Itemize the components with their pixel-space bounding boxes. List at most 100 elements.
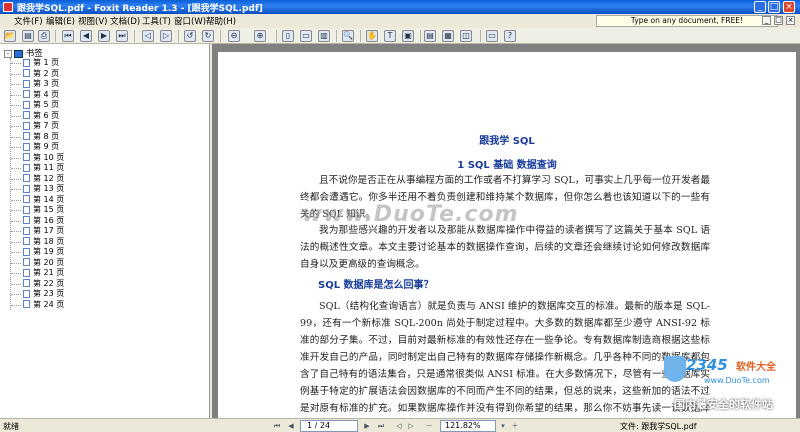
bookmark-label: 第 1 页	[33, 58, 60, 67]
doc-subtitle: 1 SQL 基础 数据查询	[457, 160, 557, 171]
zoom-out-button[interactable]: －	[424, 421, 434, 431]
forward-icon[interactable]: ▷	[160, 30, 172, 42]
menu-edit[interactable]: 编辑(E)	[46, 15, 75, 27]
bookmark-label: 第 5 页	[33, 100, 60, 109]
bookmark-item[interactable]: 第 1 页	[11, 58, 200, 69]
bookmark-item[interactable]: 第 15 页	[11, 205, 200, 216]
actual-size-icon[interactable]: ▯	[282, 30, 294, 42]
toolbar-separator	[480, 30, 481, 42]
bookmark-item[interactable]: 第 3 页	[11, 79, 200, 90]
bookmark-item[interactable]: 第 7 页	[11, 121, 200, 132]
text-select-icon[interactable]: T	[384, 30, 396, 42]
bookmark-label: 第 3 页	[33, 79, 60, 88]
close-button[interactable]: ×	[783, 1, 795, 13]
window-title: 跟我学SQL.pdf - Foxit Reader 1.3 - [跟我学SQL.…	[17, 4, 263, 14]
facing-icon[interactable]: ◫	[460, 30, 472, 42]
help-icon[interactable]: ?	[504, 30, 516, 42]
app-icon[interactable]	[3, 2, 13, 12]
doc-minimize-button[interactable]: _	[762, 16, 771, 25]
ad-banner[interactable]: Type on any document, FREE!	[596, 15, 778, 27]
bookmark-item[interactable]: 第 23 页	[11, 289, 200, 300]
next-page-icon[interactable]: ▶	[98, 30, 110, 42]
doc-close-button[interactable]: ×	[786, 16, 795, 25]
zoom-field[interactable]: 121.82%	[440, 420, 496, 432]
bookmark-item[interactable]: 第 19 页	[11, 247, 200, 258]
bookmark-item[interactable]: 第 9 页	[11, 142, 200, 153]
bookmark-label: 第 6 页	[33, 110, 60, 120]
open-icon[interactable]: 📂	[4, 30, 16, 42]
continuous-icon[interactable]: ▦	[442, 30, 454, 42]
snapshot-icon[interactable]: ▣	[402, 30, 414, 42]
site-logo-overlay: 2345 软件大全 www.DuoTe.com 国内最安全的软件站	[664, 356, 798, 418]
menu-window[interactable]: 窗口(W)	[174, 15, 206, 27]
last-page-button[interactable]: ⏭	[376, 421, 386, 431]
bookmark-item[interactable]: 第 18 页	[11, 237, 200, 248]
page-number-field[interactable]: 1 / 24	[300, 420, 358, 432]
last-page-icon[interactable]: ⏭	[116, 30, 128, 42]
zoom-in-button[interactable]: ＋	[510, 421, 520, 431]
page-icon	[23, 216, 30, 224]
rotate-right-icon[interactable]: ↻	[202, 30, 214, 42]
maximize-button[interactable]: □	[768, 1, 780, 13]
prev-page-button[interactable]: ◀	[286, 421, 296, 431]
print-icon[interactable]: ⎙	[38, 30, 50, 42]
menu-file[interactable]: 文件(F)	[14, 15, 43, 27]
bookmark-label: 第 19 页	[33, 247, 65, 256]
fit-width-icon[interactable]: ▥	[318, 30, 330, 42]
bookmark-item[interactable]: 第 16 页	[11, 216, 200, 227]
bookmark-label: 第 13 页	[33, 184, 65, 193]
bookmark-item[interactable]: 第 5 页	[11, 100, 200, 111]
go-back-button[interactable]: ◁	[394, 421, 404, 431]
bookmark-item[interactable]: 第 2 页	[11, 69, 200, 80]
find-icon[interactable]: 🔍	[342, 30, 354, 42]
first-page-icon[interactable]: ⏮	[62, 30, 74, 42]
bookmarks-panel: - 书签 第 1 页第 2 页第 3 页第 4 页第 5 页第 6 页第 7 页…	[0, 44, 210, 418]
back-icon[interactable]: ◁	[142, 30, 154, 42]
next-page-button[interactable]: ▶	[362, 421, 372, 431]
bookmark-item[interactable]: 第 20 页	[11, 258, 200, 269]
menu-help[interactable]: 帮助(H)	[206, 15, 236, 27]
page-icon	[23, 132, 30, 140]
menu-view[interactable]: 视图(V)	[78, 15, 107, 27]
logo-number: 2345	[686, 356, 728, 374]
rotate-left-icon[interactable]: ↺	[184, 30, 196, 42]
bookmark-item[interactable]: 第 8 页	[11, 132, 200, 143]
page-icon	[23, 226, 30, 235]
zoom-dropdown-button[interactable]: ▾	[498, 421, 508, 431]
bookmark-item[interactable]: 第 4 页	[11, 90, 200, 101]
bookmark-item[interactable]: 第 21 页	[11, 268, 200, 279]
page-icon	[23, 258, 30, 266]
logo-text: 软件大全	[736, 362, 776, 373]
title-bar: 跟我学SQL.pdf - Foxit Reader 1.3 - [跟我学SQL.…	[0, 0, 800, 14]
page-icon	[23, 300, 30, 308]
bookmark-item[interactable]: 第 13 页	[11, 184, 200, 195]
bookmark-label: 第 12 页	[33, 173, 65, 183]
menu-document[interactable]: 文档(D)	[110, 15, 140, 27]
bookmark-item[interactable]: 第 24 页	[11, 300, 200, 311]
save-icon[interactable]: ▤	[22, 30, 34, 42]
paragraph-3: SQL（结构化查询语言）就是负责与 ANSI 维护的数据库交互的标准。最新的版本…	[300, 301, 710, 431]
doc-restore-button[interactable]: □	[774, 16, 783, 25]
screen-icon[interactable]: ▭	[486, 30, 498, 42]
bookmark-item[interactable]: 第 14 页	[11, 195, 200, 206]
bookmark-item[interactable]: 第 11 页	[11, 163, 200, 174]
book-icon	[14, 49, 23, 58]
toolbar-separator	[336, 30, 337, 42]
single-page-icon[interactable]: ▤	[424, 30, 436, 42]
zoom-in-icon[interactable]: ⊕	[254, 30, 266, 42]
zoom-out-icon[interactable]: ⊖	[228, 30, 240, 42]
minimize-button[interactable]: _	[754, 1, 766, 13]
fit-page-icon[interactable]: ▭	[300, 30, 312, 42]
bookmark-item[interactable]: 第 10 页	[11, 153, 200, 164]
go-forward-button[interactable]: ▷	[406, 421, 416, 431]
hand-tool-icon[interactable]: ✋	[366, 30, 378, 42]
menu-tools[interactable]: 工具(T)	[142, 15, 171, 27]
bookmark-item[interactable]: 第 6 页	[11, 111, 200, 122]
bookmark-item[interactable]: 第 17 页	[11, 226, 200, 237]
toolbar-separator	[276, 30, 277, 42]
bookmark-item[interactable]: 第 22 页	[11, 279, 200, 290]
bookmark-item[interactable]: 第 12 页	[11, 174, 200, 185]
first-page-button[interactable]: ⏮	[272, 421, 282, 431]
previous-page-icon[interactable]: ◀	[80, 30, 92, 42]
collapse-icon[interactable]: -	[4, 49, 12, 58]
